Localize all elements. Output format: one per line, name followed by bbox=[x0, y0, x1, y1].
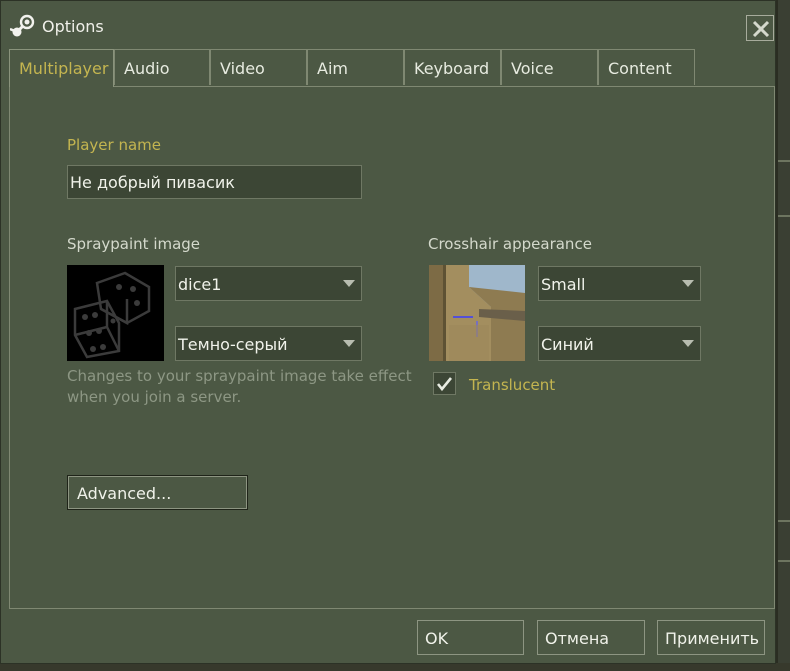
chevron-down-icon bbox=[682, 340, 694, 347]
tab-multiplayer[interactable]: Multiplayer bbox=[9, 49, 114, 87]
window-title: Options bbox=[42, 17, 104, 36]
close-button[interactable] bbox=[746, 15, 774, 41]
tab-keyboard[interactable]: Keyboard bbox=[404, 49, 501, 85]
dice-image bbox=[73, 271, 151, 359]
player-name-label: Player name bbox=[67, 136, 161, 154]
crosshair-label: Crosshair appearance bbox=[428, 235, 592, 253]
crosshair-color-select[interactable]: Синий bbox=[538, 326, 701, 361]
apply-button[interactable]: Применить bbox=[657, 620, 765, 655]
chevron-down-icon bbox=[682, 280, 694, 287]
crosshair-size-value: Small bbox=[541, 275, 586, 294]
spray-preview-image bbox=[67, 265, 164, 361]
background-bottom bbox=[0, 663, 790, 671]
advanced-button[interactable]: Advanced... bbox=[67, 475, 248, 510]
player-name-input[interactable]: Не добрый пивасик bbox=[67, 165, 362, 199]
chevron-down-icon bbox=[343, 340, 355, 347]
tab-video[interactable]: Video bbox=[210, 49, 307, 85]
ok-button[interactable]: OK bbox=[417, 620, 524, 655]
background-strip bbox=[778, 0, 790, 671]
title-bar[interactable]: Options bbox=[1, 1, 775, 43]
spray-image-value: dice1 bbox=[178, 275, 222, 294]
crosshair-scene-image bbox=[429, 265, 525, 361]
options-dialog: Options Multiplayer Audio Video Aim Keyb… bbox=[0, 0, 776, 664]
close-icon bbox=[752, 20, 770, 38]
tab-voice[interactable]: Voice bbox=[501, 49, 598, 85]
spray-color-value: Темно-серый bbox=[178, 335, 288, 354]
checkmark-icon bbox=[436, 377, 453, 392]
tab-audio[interactable]: Audio bbox=[114, 49, 210, 85]
crosshair-color-value: Синий bbox=[541, 335, 594, 354]
spray-hint: Changes to your spraypaint image take ef… bbox=[67, 367, 412, 406]
spray-image-select[interactable]: dice1 bbox=[175, 266, 362, 301]
tab-aim[interactable]: Aim bbox=[307, 49, 404, 85]
spray-color-select[interactable]: Темно-серый bbox=[175, 326, 362, 361]
spray-label: Spraypaint image bbox=[67, 235, 201, 253]
chevron-down-icon bbox=[343, 280, 355, 287]
cancel-button[interactable]: Отмена bbox=[537, 620, 645, 655]
translucent-label: Translucent bbox=[469, 376, 556, 394]
crosshair-preview-image bbox=[429, 265, 525, 361]
steam-icon bbox=[10, 14, 35, 37]
crosshair-size-select[interactable]: Small bbox=[538, 266, 701, 301]
translucent-checkbox[interactable] bbox=[433, 372, 456, 395]
tab-content[interactable]: Content bbox=[598, 49, 695, 85]
